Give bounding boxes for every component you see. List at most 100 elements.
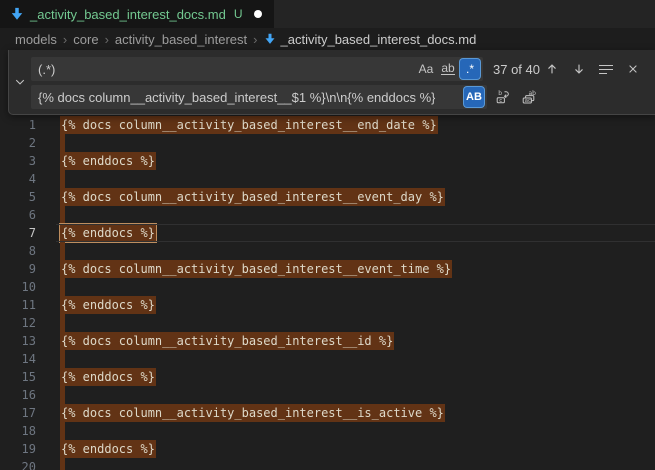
- close-find-widget-button[interactable]: [623, 59, 643, 79]
- match-highlight: {% enddocs %}: [60, 440, 156, 458]
- selection-lines-icon: [599, 65, 613, 74]
- code-line[interactable]: 4: [0, 170, 655, 188]
- find-in-selection-button[interactable]: [596, 59, 616, 79]
- line-number: 16: [0, 386, 36, 404]
- empty-match-strip: [60, 350, 65, 368]
- match-highlight: {% enddocs %}: [60, 296, 156, 314]
- regex-button[interactable]: .*: [460, 59, 480, 79]
- breadcrumb-item-file[interactable]: _activity_based_interest_docs.md: [264, 32, 477, 47]
- breadcrumb-separator: ›: [105, 32, 109, 47]
- code-line[interactable]: 18: [0, 422, 655, 440]
- chevron-down-icon: [14, 76, 26, 88]
- line-number: 9: [0, 260, 36, 278]
- line-number: 1: [0, 116, 36, 134]
- line-number: 20: [0, 458, 36, 470]
- code-line[interactable]: 16: [0, 386, 655, 404]
- replace-icon: b c: [495, 89, 511, 105]
- code-line[interactable]: 12: [0, 314, 655, 332]
- empty-match-strip: [60, 386, 65, 404]
- line-number: 18: [0, 422, 36, 440]
- code-line[interactable]: 20: [0, 458, 655, 470]
- modified-dot-icon[interactable]: [254, 10, 262, 18]
- replace-input[interactable]: {% docs column__activity_based_interest_…: [31, 85, 487, 109]
- match-highlight: {% docs column__activity_based_interest_…: [60, 188, 445, 206]
- code-line[interactable]: 14: [0, 350, 655, 368]
- line-number: 7: [0, 224, 36, 242]
- find-input[interactable]: (.*) Aa ab .*: [31, 57, 483, 81]
- line-number: 8: [0, 242, 36, 260]
- tab-filename: _activity_based_interest_docs.md: [30, 7, 226, 22]
- match-highlight: {% docs column__activity_based_interest_…: [60, 404, 445, 422]
- code-line[interactable]: 1 {% docs column__activity_based_interest…: [0, 116, 655, 134]
- line-number: 13: [0, 332, 36, 350]
- code-line[interactable]: 9 {% docs column__activity_based_interest…: [0, 260, 655, 278]
- line-content: {% enddocs %}: [60, 224, 156, 242]
- markdown-file-icon: [10, 7, 24, 21]
- code-line[interactable]: 11 {% enddocs %}: [0, 296, 655, 314]
- line-number: 11: [0, 296, 36, 314]
- code-line[interactable]: 6: [0, 206, 655, 224]
- match-highlight: {% docs column__activity_based_interest_…: [60, 332, 394, 350]
- breadcrumb: models › core › activity_based_interest …: [0, 28, 655, 50]
- code-line[interactable]: 15{% enddocs %}: [0, 368, 655, 386]
- line-number: 3: [0, 152, 36, 170]
- find-widget: (.*) Aa ab .* 37 of 40: [8, 50, 655, 115]
- line-number: 17: [0, 404, 36, 422]
- empty-match-strip: [60, 458, 65, 470]
- code-line[interactable]: 3 {% enddocs %}: [0, 152, 655, 170]
- breadcrumb-separator: ›: [253, 32, 257, 47]
- replace-input-value: {% docs column__activity_based_interest_…: [38, 90, 435, 105]
- line-content: {% enddocs %}: [60, 296, 156, 314]
- line-content: {% enddocs %}: [60, 440, 156, 458]
- match-highlight: {% enddocs %}: [60, 368, 156, 386]
- replace-button[interactable]: b c: [493, 87, 513, 107]
- next-match-button[interactable]: [569, 59, 589, 79]
- whole-word-button[interactable]: ab: [438, 59, 458, 79]
- empty-match-strip: [60, 242, 65, 260]
- line-content: {% enddocs %}: [60, 152, 156, 170]
- preserve-case-button[interactable]: AB: [464, 87, 484, 107]
- toggle-replace-button[interactable]: [9, 50, 30, 114]
- git-status-badge: U: [234, 7, 243, 21]
- line-number: 10: [0, 278, 36, 296]
- line-content: {% docs column__activity_based_interest_…: [60, 404, 445, 422]
- line-content: {% enddocs %}: [60, 368, 156, 386]
- replace-all-button[interactable]: ab ac: [519, 87, 539, 107]
- line-number: 19: [0, 440, 36, 458]
- match-highlight: {% enddocs %}: [60, 152, 156, 170]
- svg-text:b: b: [498, 90, 502, 97]
- empty-match-strip: [60, 278, 65, 296]
- replace-all-icon: ab ac: [521, 89, 537, 105]
- arrow-up-icon: [545, 62, 559, 76]
- line-content: {% docs column__activity_based_interest_…: [60, 188, 445, 206]
- code-line[interactable]: 7 {% enddocs %}: [0, 224, 655, 242]
- breadcrumb-item-models[interactable]: models: [15, 32, 57, 47]
- line-number: 6: [0, 206, 36, 224]
- line-content: {% docs column__activity_based_interest_…: [60, 260, 452, 278]
- code-line[interactable]: 19 {% enddocs %}: [0, 440, 655, 458]
- close-icon: [627, 63, 639, 75]
- code-line[interactable]: 8: [0, 242, 655, 260]
- line-number: 2: [0, 134, 36, 152]
- editor-tab[interactable]: _activity_based_interest_docs.md U: [0, 0, 274, 28]
- line-content: {% docs column__activity_based_interest_…: [60, 116, 438, 134]
- breadcrumb-filename: _activity_based_interest_docs.md: [281, 32, 477, 47]
- match-case-button[interactable]: Aa: [416, 59, 436, 79]
- breadcrumb-item-core[interactable]: core: [73, 32, 98, 47]
- code-line[interactable]: 10: [0, 278, 655, 296]
- previous-match-button[interactable]: [542, 59, 562, 79]
- tab-bar: _activity_based_interest_docs.md U: [0, 0, 655, 28]
- code-line[interactable]: 17 {% docs column__activity_based_interes…: [0, 404, 655, 422]
- line-content: {% docs column__activity_based_interest_…: [60, 332, 394, 350]
- empty-match-strip: [60, 206, 65, 224]
- svg-text:c: c: [499, 98, 502, 104]
- arrow-down-icon: [572, 62, 586, 76]
- empty-match-strip: [60, 314, 65, 332]
- markdown-file-icon: [264, 33, 276, 45]
- empty-match-strip: [60, 422, 65, 440]
- breadcrumb-item-activity-based-interest[interactable]: activity_based_interest: [115, 32, 247, 47]
- code-line[interactable]: 5{% docs column__activity_based_interest…: [0, 188, 655, 206]
- match-highlight: {% enddocs %}: [60, 224, 156, 242]
- code-line[interactable]: 2: [0, 134, 655, 152]
- code-line[interactable]: 13 {% docs column__activity_based_interes…: [0, 332, 655, 350]
